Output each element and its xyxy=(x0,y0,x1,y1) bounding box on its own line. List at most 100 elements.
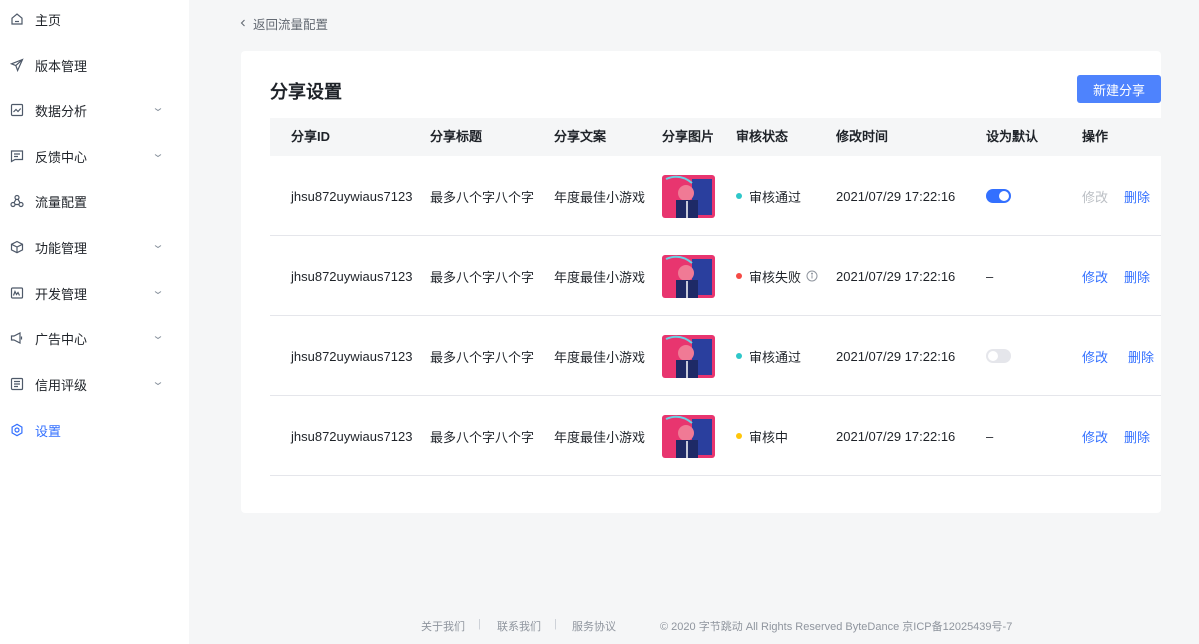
share-thumbnail xyxy=(662,334,715,378)
table-row: jhsu872uywiaus7123 最多八个字八个字 年度最佳小游戏 审核中 … xyxy=(270,396,1161,476)
sidebar-item-label: 开发管理 xyxy=(35,286,88,302)
column-header: 审核状态 xyxy=(736,129,789,144)
modified-time: 2021/07/29 17:22:16 xyxy=(836,188,956,204)
sidebar-item-label: 功能管理 xyxy=(35,240,88,256)
delete-link: 删除 xyxy=(1124,236,1150,316)
modified-time: 2021/07/29 17:22:16 xyxy=(836,268,956,284)
status-dot xyxy=(736,193,742,199)
footer-contact-link[interactable]: 联系我们 xyxy=(497,618,541,634)
default-cell: – xyxy=(986,428,994,444)
delete-link: 删除 xyxy=(1124,156,1150,236)
toggle-knob xyxy=(999,191,1009,201)
sidebar-item-settings[interactable]: 设置 xyxy=(0,415,189,445)
sidebar-item-label: 反馈中心 xyxy=(35,149,88,165)
chart-icon xyxy=(9,102,25,118)
edit-button[interactable]: 修改 xyxy=(1082,267,1108,286)
share-title: 最多八个字八个字 xyxy=(430,349,535,365)
share-title: 最多八个字八个字 xyxy=(430,269,535,285)
default-toggle[interactable] xyxy=(986,349,1011,363)
edit-button[interactable]: 修改 xyxy=(1082,427,1108,446)
home-icon xyxy=(9,11,25,27)
review-status: 审核失败 xyxy=(736,236,818,316)
column-header: 修改时间 xyxy=(836,129,889,144)
delete-button[interactable]: 删除 xyxy=(1124,267,1150,286)
review-status: 审核通过 xyxy=(736,156,801,236)
sidebar-item-label: 版本管理 xyxy=(35,58,88,74)
edit-link: 修改 xyxy=(1082,396,1108,476)
delete-button[interactable]: 删除 xyxy=(1124,187,1150,206)
share-icon xyxy=(9,193,25,209)
delete-button[interactable]: 删除 xyxy=(1124,427,1150,446)
share-copy: 年度最佳小游戏 xyxy=(554,429,646,445)
modified-time: 2021/07/29 17:22:16 xyxy=(836,348,956,364)
review-status: 审核中 xyxy=(736,396,788,476)
status-text: 审核中 xyxy=(749,429,789,445)
default-cell: – xyxy=(986,268,994,284)
column-header: 设为默认 xyxy=(986,129,1039,144)
cube-icon xyxy=(9,239,25,255)
gear-icon xyxy=(9,422,25,438)
footer-about-link[interactable]: 关于我们 xyxy=(421,618,465,634)
delete-link: 删除 xyxy=(1128,316,1154,396)
status-text: 审核通过 xyxy=(749,349,802,365)
column-header: 分享标题 xyxy=(430,129,483,144)
new-share-button[interactable]: 新建分享 xyxy=(1077,75,1161,103)
message-icon xyxy=(9,148,25,164)
share-copy: 年度最佳小游戏 xyxy=(554,349,646,365)
sidebar-item-analytics[interactable]: 数据分析 xyxy=(0,95,189,125)
sidebar-item-label: 数据分析 xyxy=(35,103,88,119)
delete-button[interactable]: 删除 xyxy=(1128,347,1154,366)
footer-copyright: © 2020 字节跳动 All Rights Reserved ByteDanc… xyxy=(660,621,1013,633)
footer-separator: | xyxy=(554,618,557,630)
share-thumbnail xyxy=(662,254,715,298)
edit-button[interactable]: 修改 xyxy=(1082,347,1108,366)
table-header: 分享ID 分享标题 分享文案 分享图片 审核状态 修改时间 设为默认 操作 xyxy=(270,118,1161,156)
send-icon xyxy=(9,57,25,73)
column-header: 分享图片 xyxy=(662,129,715,144)
status-text: 审核失败 xyxy=(749,269,802,285)
sidebar-item-development[interactable]: 开发管理 xyxy=(0,278,189,308)
share-thumbnail xyxy=(662,174,715,218)
table-row: jhsu872uywiaus7123 最多八个字八个字 年度最佳小游戏 审核通过… xyxy=(270,316,1161,396)
sidebar-item-features[interactable]: 功能管理 xyxy=(0,232,189,262)
chevron-down-icon xyxy=(154,382,162,386)
sidebar-item-version[interactable]: 版本管理 xyxy=(0,50,189,80)
share-image xyxy=(662,316,715,396)
delete-link: 删除 xyxy=(1124,396,1150,476)
share-thumbnail xyxy=(662,414,715,458)
status-text: 审核通过 xyxy=(749,189,802,205)
back-link[interactable]: 返回流量配置 xyxy=(238,14,328,32)
info-icon[interactable] xyxy=(806,270,818,282)
table-row: jhsu872uywiaus7123 最多八个字八个字 年度最佳小游戏 审核失败… xyxy=(270,236,1161,316)
chevron-down-icon xyxy=(154,336,162,340)
code-icon xyxy=(9,285,25,301)
share-settings-card: 分享设置 新建分享 分享ID 分享标题 分享文案 分享图片 审核状态 修改时间 … xyxy=(241,51,1161,513)
footer: 关于我们 | 联系我们 | 服务协议 © 2020 字节跳动 All Right… xyxy=(189,618,1199,636)
sidebar-item-feedback[interactable]: 反馈中心 xyxy=(0,141,189,171)
share-title: 最多八个字八个字 xyxy=(430,429,535,445)
megaphone-icon xyxy=(9,330,25,346)
list-icon xyxy=(9,376,25,392)
sidebar-item-traffic[interactable]: 流量配置 xyxy=(0,186,189,216)
share-image xyxy=(662,156,715,236)
sidebar-item-label: 主页 xyxy=(35,12,62,28)
footer-terms-link[interactable]: 服务协议 xyxy=(572,618,616,634)
share-image xyxy=(662,236,715,316)
edit-link: 修改 xyxy=(1082,236,1108,316)
sidebar-item-credit[interactable]: 信用评级 xyxy=(0,369,189,399)
footer-separator: | xyxy=(478,618,481,630)
default-toggle[interactable] xyxy=(986,189,1011,203)
default-cell xyxy=(986,316,1011,396)
sidebar: 主页 版本管理 数据分析 反馈中心 流量配置 功能管理 开发管理 广告中心 信用… xyxy=(0,0,189,644)
chevron-down-icon xyxy=(154,154,162,158)
sidebar-item-ads[interactable]: 广告中心 xyxy=(0,323,189,353)
page-title: 分享设置 xyxy=(270,82,342,102)
chevron-down-icon xyxy=(154,291,162,295)
sidebar-item-home[interactable]: 主页 xyxy=(0,4,189,34)
share-id: jhsu872uywiaus7123 xyxy=(291,268,413,284)
chevron-down-icon xyxy=(154,245,162,249)
column-header: 分享ID xyxy=(291,129,331,144)
edit-button[interactable]: 修改 xyxy=(1082,187,1108,206)
sidebar-item-label: 广告中心 xyxy=(35,331,88,347)
edit-link: 修改 xyxy=(1082,156,1108,236)
